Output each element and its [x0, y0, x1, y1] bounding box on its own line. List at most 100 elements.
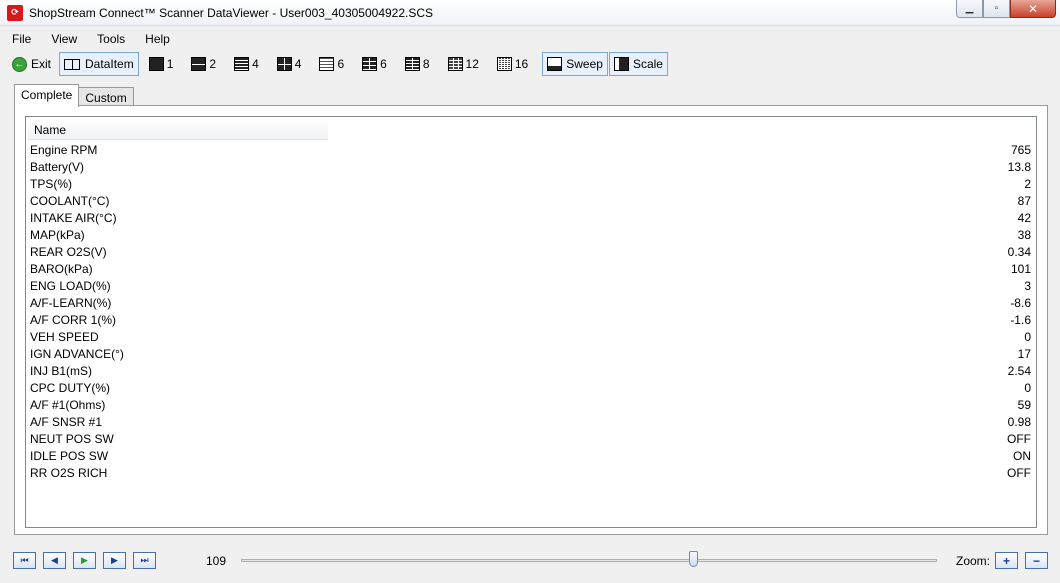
list-item[interactable]: CPC DUTY(%) 0 [26, 379, 1036, 396]
item-value: 38 [1017, 227, 1031, 242]
zoom-in-button[interactable]: + [995, 552, 1018, 569]
next-icon: ▶ [111, 555, 118, 565]
zoom-out-button[interactable]: − [1025, 552, 1048, 569]
list-item[interactable]: A/F SNSR #1 0.98 [26, 413, 1036, 430]
item-value: OFF [1007, 465, 1031, 480]
list-item[interactable]: Engine RPM 765 [26, 141, 1036, 158]
maximize-button[interactable]: ▫ [983, 0, 1010, 18]
list-item[interactable]: COOLANT(°C) 87 [26, 192, 1036, 209]
layout-6-rows-button[interactable]: 6 [315, 52, 358, 76]
item-value: 765 [1010, 142, 1031, 157]
list-item[interactable]: A/F CORR 1(%) -1.6 [26, 311, 1036, 328]
list-item[interactable]: VEH SPEED 0 [26, 328, 1036, 345]
sweep-button[interactable]: Sweep [542, 52, 608, 76]
item-name: A/F-LEARN(%) [30, 295, 112, 310]
list-item[interactable]: REAR O2S(V) 0.34 [26, 243, 1036, 260]
timeline-slider-thumb[interactable] [689, 551, 699, 567]
layout-12-button[interactable]: 12 [444, 52, 493, 76]
item-name: INTAKE AIR(°C) [30, 210, 117, 225]
item-value: 2.54 [1007, 363, 1031, 378]
list-item[interactable]: NEUT POS SW OFF [26, 430, 1036, 447]
item-name: COOLANT(°C) [30, 193, 110, 208]
play-icon: ▶ [81, 555, 88, 565]
tab-custom[interactable]: Custom [78, 87, 134, 107]
timeline-slider-track[interactable] [241, 559, 937, 562]
layout-6-grid-label: 6 [380, 57, 387, 71]
menu-tools[interactable]: Tools [97, 32, 125, 46]
data-list[interactable]: Name Engine RPM 765 Battery(V) 13.8 TPS(%) 2 C… [25, 116, 1037, 528]
list-item[interactable]: A/F-LEARN(%) -8.6 [26, 294, 1036, 311]
item-name: INJ B1(mS) [30, 363, 93, 378]
list-item[interactable]: BARO(kPa) 101 [26, 260, 1036, 277]
skip-first-icon: ⏮ [20, 555, 29, 565]
layout-2-icon [191, 57, 207, 71]
item-name: REAR O2S(V) [30, 244, 107, 259]
list-item[interactable]: Battery(V) 13.8 [26, 158, 1036, 175]
layout-6-grid-button[interactable]: 6 [358, 52, 401, 76]
first-frame-button[interactable]: ⏮ [13, 552, 36, 569]
exit-button[interactable]: ← Exit [8, 52, 55, 76]
last-frame-button[interactable]: ⏭ [133, 552, 156, 569]
column-header-name[interactable]: Name [28, 120, 328, 140]
app-logo-icon: ⟳ [7, 4, 23, 21]
previous-frame-button[interactable]: ◀ [43, 552, 66, 569]
item-value: 2 [1024, 176, 1031, 191]
next-frame-button[interactable]: ▶ [103, 552, 126, 569]
layout-1-label: 1 [166, 57, 174, 71]
menu-help[interactable]: Help [145, 32, 170, 46]
scale-button[interactable]: Scale [608, 52, 668, 76]
list-item[interactable]: TPS(%) 2 [26, 175, 1036, 192]
layout-6-grid-icon [362, 57, 378, 71]
tab-complete[interactable]: Complete [14, 84, 80, 107]
item-value: 101 [1010, 261, 1031, 276]
window-title: ShopStream Connect™ Scanner DataViewer -… [29, 5, 434, 20]
play-button[interactable]: ▶ [73, 552, 96, 569]
menu-file[interactable]: File [12, 32, 31, 46]
item-value: OFF [1007, 431, 1031, 446]
layout-4-rows-button[interactable]: 4 [230, 52, 273, 76]
item-value: 3 [1024, 278, 1031, 293]
dataitem-button[interactable]: DataItem [59, 52, 139, 76]
list-item[interactable]: INJ B1(mS) 2.54 [26, 362, 1036, 379]
layout-16-icon [496, 57, 512, 71]
list-item[interactable]: IDLE POS SW ON [26, 447, 1036, 464]
layout-4-rows-icon [234, 57, 250, 71]
close-button[interactable]: ✕ [1010, 0, 1056, 18]
layout-4-rows-label: 4 [252, 57, 259, 71]
layout-1-button[interactable]: 1 [145, 52, 188, 76]
list-item[interactable]: RR O2S RICH OFF [26, 464, 1036, 481]
layout-4-grid-button[interactable]: 4 [273, 52, 316, 76]
layout-16-button[interactable]: 16 [493, 52, 542, 76]
item-value: 59 [1017, 397, 1031, 412]
item-name: MAP(kPa) [30, 227, 85, 242]
item-value: 0.98 [1007, 414, 1031, 429]
list-item[interactable]: A/F #1(Ohms) 59 [26, 396, 1036, 413]
item-name: TPS(%) [30, 176, 72, 191]
layout-8-button[interactable]: 8 [401, 52, 444, 76]
item-name: BARO(kPa) [30, 261, 93, 276]
layout-2-label: 2 [209, 57, 217, 71]
minimize-button[interactable]: ▁ [956, 0, 983, 18]
exit-arrow-icon: ← [12, 56, 27, 72]
list-item[interactable]: ENG LOAD(%) 3 [26, 277, 1036, 294]
item-value: 87 [1017, 193, 1031, 208]
frame-counter: 109 [206, 554, 227, 568]
layout-1-icon [148, 57, 164, 71]
menu-view[interactable]: View [51, 32, 77, 46]
sweep-icon [547, 57, 563, 71]
zoom-in-icon: + [1002, 553, 1010, 568]
playback-bar: ⏮ ◀ ▶ ▶ ⏭ 109 Zoom: + − [0, 546, 1060, 576]
tab-strip: Complete Custom [14, 84, 134, 107]
list-item[interactable]: INTAKE AIR(°C) 42 [26, 209, 1036, 226]
toolbar: ← Exit DataItem 1 2 4 4 6 6 8 12 16 Swee… [0, 51, 1060, 77]
item-name: Battery(V) [30, 159, 85, 174]
list-item[interactable]: IGN ADVANCE(°) 17 [26, 345, 1036, 362]
item-name: CPC DUTY(%) [30, 380, 110, 395]
data-rows: Engine RPM 765 Battery(V) 13.8 TPS(%) 2 COOLAN… [26, 141, 1036, 481]
list-item[interactable]: MAP(kPa) 38 [26, 226, 1036, 243]
item-name: IDLE POS SW [30, 448, 109, 463]
layout-12-label: 12 [465, 57, 479, 71]
item-name: Engine RPM [30, 142, 98, 157]
layout-2-button[interactable]: 2 [187, 52, 230, 76]
item-value: -1.6 [1010, 312, 1031, 327]
